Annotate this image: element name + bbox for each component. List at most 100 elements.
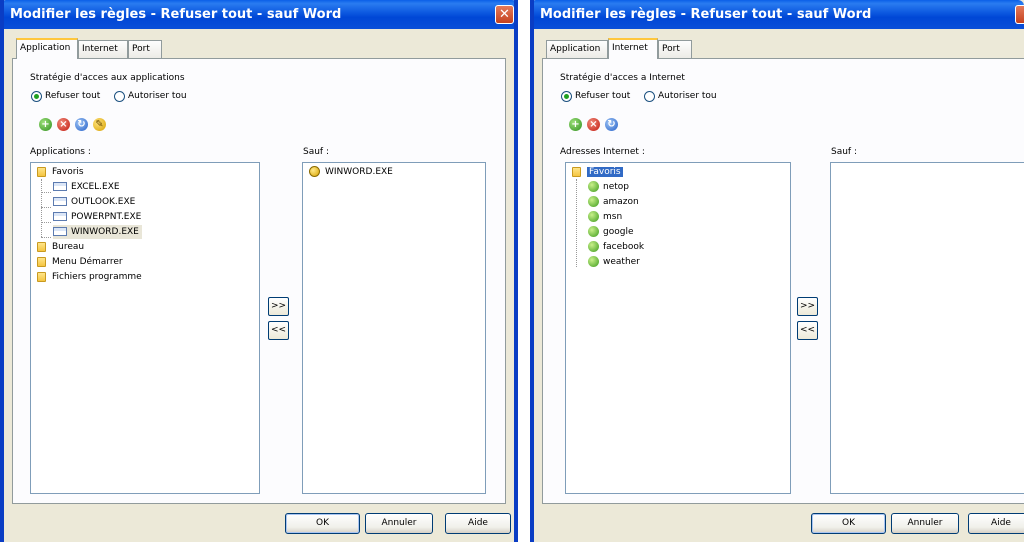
globe-icon (588, 256, 599, 267)
application-icon (53, 182, 67, 191)
tab-application[interactable]: Application (16, 38, 78, 59)
delete-icon[interactable]: × (587, 118, 600, 131)
tree-item-label: netop (603, 182, 629, 192)
rules-dialog-application: Modifier les règles - Refuser tout - sau… (0, 0, 518, 542)
application-icon (53, 227, 67, 236)
application-icon (53, 212, 67, 221)
globe-icon (588, 211, 599, 222)
tab-internet[interactable]: Internet (78, 40, 128, 58)
deny-all-radio[interactable] (561, 91, 572, 102)
tree-item-label: Favoris (52, 167, 84, 177)
tree-item-weather[interactable]: weather (588, 255, 640, 269)
tree-item-menu-demarrer[interactable]: Menu Démarrer (37, 255, 123, 269)
tree-item-favoris[interactable]: Favoris (572, 165, 623, 179)
title-bar[interactable]: Modifier les règles - Refuser tout - sau… (534, 0, 1024, 29)
tree-item-netop[interactable]: netop (588, 180, 629, 194)
rules-dialog-internet: Modifier les règles - Refuser tout - sau… (530, 0, 1024, 542)
deny-all-label[interactable]: Refuser tout (45, 91, 100, 101)
tree-item-label: Fichiers programme (52, 272, 142, 282)
tree-item-powerpnt[interactable]: POWERPNT.EXE (53, 210, 141, 224)
close-button[interactable]: ✕ (495, 5, 514, 24)
tree-item-label: Menu Démarrer (52, 257, 123, 267)
smiley-icon (309, 166, 320, 177)
tree-item-outlook[interactable]: OUTLOOK.EXE (53, 195, 135, 209)
tree-line (41, 222, 51, 223)
tree-line (576, 179, 577, 267)
tree-item-label: Bureau (52, 242, 85, 252)
tab-panel: Stratégie d'acces aux applications Refus… (12, 58, 506, 504)
except-label: Sauf : (303, 147, 329, 157)
tab-internet[interactable]: Internet (608, 38, 658, 59)
applications-label: Applications : (30, 147, 91, 157)
tab-application[interactable]: Application (546, 40, 608, 58)
window-title: Modifier les règles - Refuser tout - sau… (540, 7, 872, 22)
application-icon (53, 197, 67, 206)
close-button[interactable] (1015, 5, 1024, 24)
strategy-label: Stratégie d'acces aux applications (30, 73, 185, 83)
folder-icon (37, 166, 46, 177)
tree-line (41, 237, 51, 238)
except-label: Sauf : (831, 147, 857, 157)
tree-item-excel[interactable]: EXCEL.EXE (53, 180, 120, 194)
delete-icon[interactable]: × (57, 118, 70, 131)
tree-item-label: google (603, 227, 634, 237)
cancel-button[interactable]: Annuler (365, 513, 433, 534)
move-right-button[interactable]: >> (268, 297, 289, 316)
tree-line (41, 207, 51, 208)
tree-item-google[interactable]: google (588, 225, 633, 239)
globe-icon (588, 241, 599, 252)
tree-item-label: amazon (603, 197, 639, 207)
tree-item-label: OUTLOOK.EXE (71, 197, 136, 207)
globe-icon (588, 226, 599, 237)
tab-port[interactable]: Port (128, 40, 162, 58)
add-icon[interactable]: + (39, 118, 52, 131)
tree-item-label: POWERPNT.EXE (71, 212, 142, 222)
tree-item-winword[interactable]: WINWORD.EXE (53, 225, 142, 239)
allow-all-radio[interactable] (114, 91, 125, 102)
tree-item-label: Favoris (587, 167, 623, 177)
allow-all-radio[interactable] (644, 91, 655, 102)
tree-item-amazon[interactable]: amazon (588, 195, 639, 209)
refresh-icon[interactable]: ↻ (75, 118, 88, 131)
tree-item-facebook[interactable]: facebook (588, 240, 644, 254)
folder-icon (37, 271, 46, 282)
add-icon[interactable]: + (569, 118, 582, 131)
tree-item-label: WINWORD.EXE (71, 227, 139, 237)
globe-icon (588, 196, 599, 207)
except-item-winword[interactable]: WINWORD.EXE (309, 165, 393, 179)
tab-port[interactable]: Port (658, 40, 692, 58)
window-title: Modifier les règles - Refuser tout - sau… (10, 7, 342, 22)
tree-line (41, 179, 42, 237)
globe-icon (588, 181, 599, 192)
deny-all-radio[interactable] (31, 91, 42, 102)
allow-all-label[interactable]: Autoriser tou (658, 91, 716, 101)
except-list[interactable]: WINWORD.EXE (302, 162, 486, 494)
internet-addresses-tree[interactable]: Favoris netop amazon msn google facebook… (565, 162, 791, 494)
cancel-button[interactable]: Annuler (891, 513, 959, 534)
move-right-button[interactable]: >> (797, 297, 818, 316)
except-list[interactable] (830, 162, 1024, 494)
internet-addresses-label: Adresses Internet : (560, 147, 645, 157)
tree-item-bureau[interactable]: Bureau (37, 240, 84, 254)
tree-item-favoris[interactable]: Favoris (37, 165, 84, 179)
title-bar[interactable]: Modifier les règles - Refuser tout - sau… (4, 0, 514, 29)
tree-item-label: EXCEL.EXE (71, 182, 120, 192)
folder-icon (37, 241, 46, 252)
folder-icon (572, 166, 581, 177)
tree-item-msn[interactable]: msn (588, 210, 622, 224)
ok-button[interactable]: OK (811, 513, 886, 534)
refresh-icon[interactable]: ↻ (605, 118, 618, 131)
help-button[interactable]: Aide (968, 513, 1024, 534)
deny-all-label[interactable]: Refuser tout (575, 91, 630, 101)
applications-tree[interactable]: Favoris EXCEL.EXE OUTLOOK.EXE POWERPNT.E… (30, 162, 260, 494)
tree-item-fichiers-programme[interactable]: Fichiers programme (37, 270, 142, 284)
tree-item-label: facebook (603, 242, 645, 252)
move-left-button[interactable]: << (797, 321, 818, 340)
edit-icon[interactable]: ✎ (93, 118, 106, 131)
ok-button[interactable]: OK (285, 513, 360, 534)
allow-all-label[interactable]: Autoriser tou (128, 91, 186, 101)
help-button[interactable]: Aide (445, 513, 511, 534)
except-item-label: WINWORD.EXE (325, 167, 393, 177)
move-left-button[interactable]: << (268, 321, 289, 340)
tab-panel: Stratégie d'acces a Internet Refuser tou… (542, 58, 1024, 504)
